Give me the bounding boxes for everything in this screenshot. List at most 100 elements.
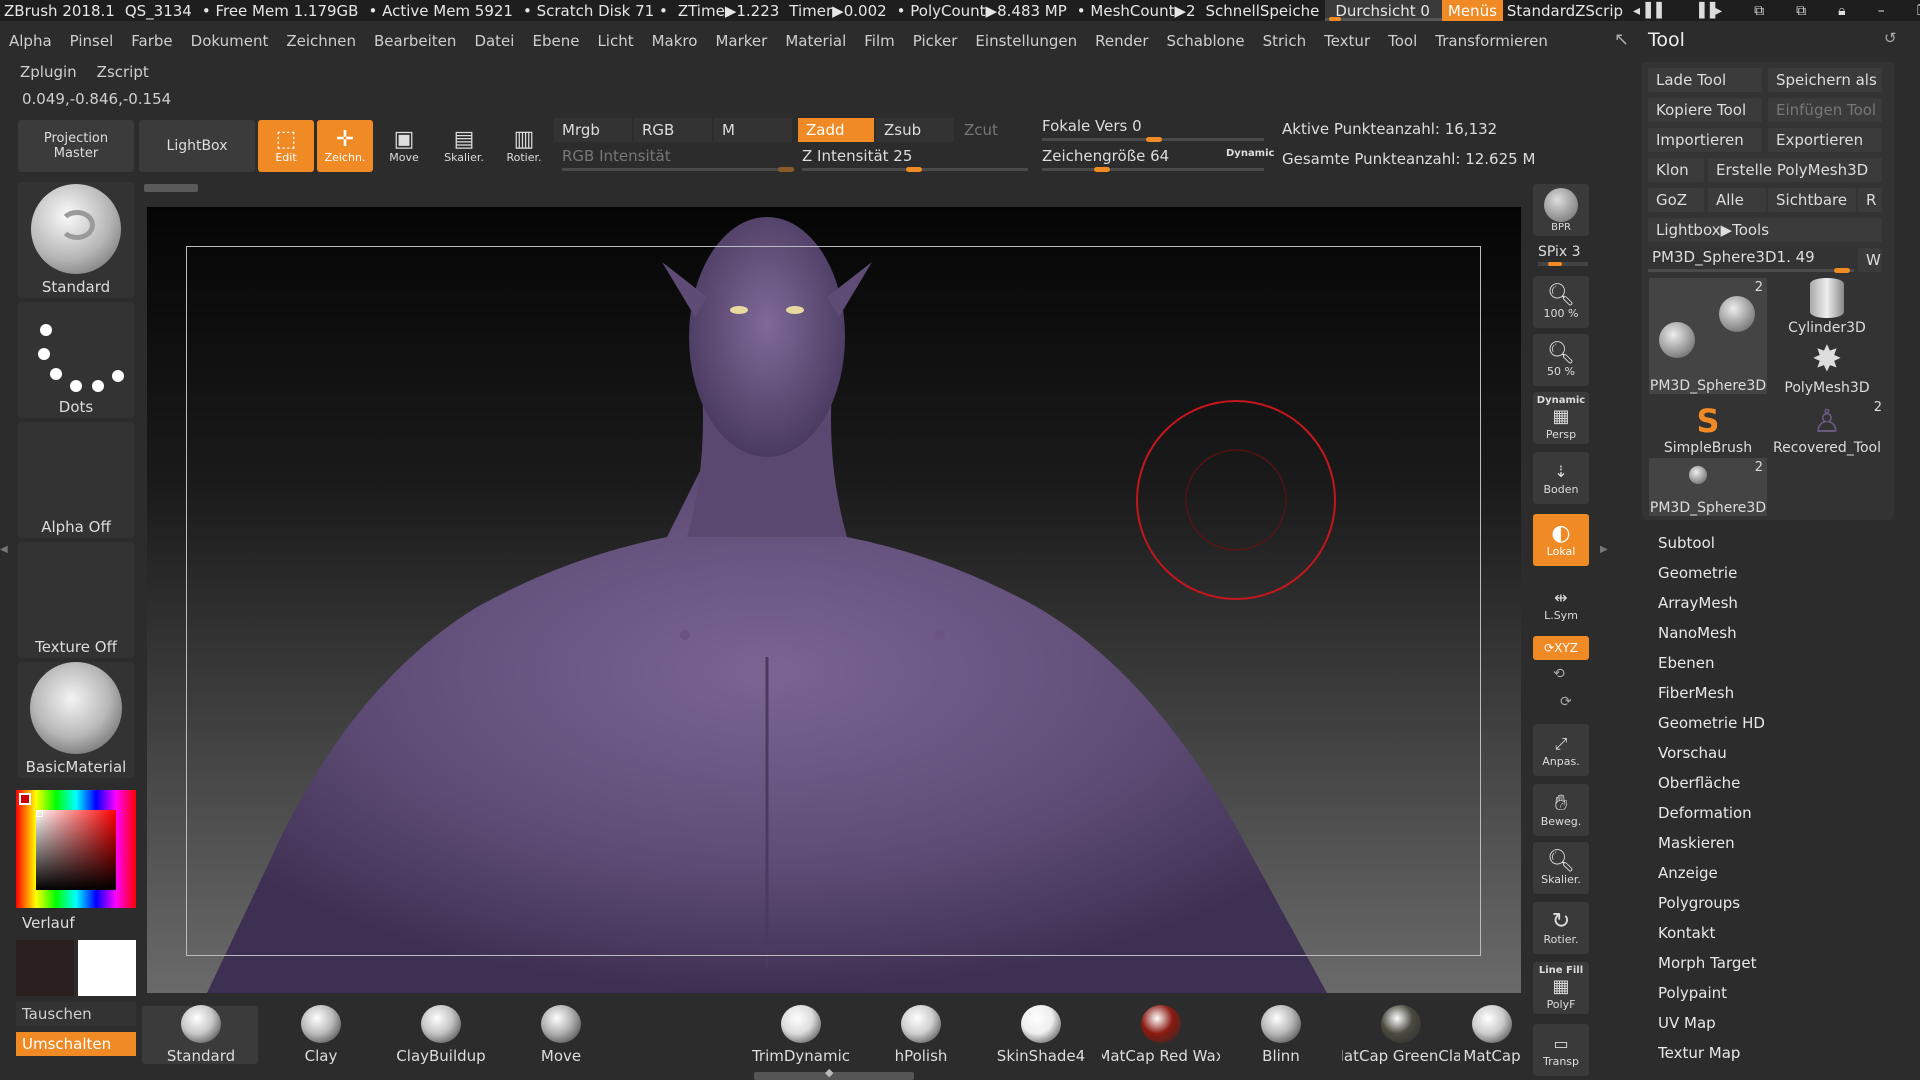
shelf-brush-blinn[interactable]: Blinn bbox=[1222, 1005, 1340, 1065]
swap-colors-button[interactable]: Tauschen bbox=[16, 1002, 136, 1026]
shelf-brush-matcap-greenclay[interactable]: MatCap GreenClay bbox=[1342, 1005, 1460, 1065]
menu-pinsel[interactable]: Pinsel bbox=[61, 32, 123, 50]
transparency-slider[interactable]: Durchsicht 0 bbox=[1325, 0, 1442, 21]
palette-left-icon[interactable]: ⧉ bbox=[1750, 3, 1770, 19]
bottom-scroll-handle[interactable] bbox=[754, 1072, 914, 1080]
subpalette-oberfläche[interactable]: Oberfläche bbox=[1658, 774, 1740, 792]
menu-farbe[interactable]: Farbe bbox=[122, 32, 181, 50]
tool-thumb-polymesh[interactable]: ✸ PolyMesh3D bbox=[1768, 338, 1886, 396]
transparency-button[interactable]: ▭ Transp bbox=[1533, 1024, 1589, 1076]
scale-view-button[interactable]: 🔍︎ Skalier. bbox=[1533, 842, 1589, 894]
rotate-view-button[interactable]: ↻ Rotier. bbox=[1533, 902, 1589, 954]
bottom-tray-toggle-icon[interactable]: ◆ bbox=[825, 1066, 833, 1079]
subpalette-uv-map[interactable]: UV Map bbox=[1658, 1014, 1716, 1032]
secondary-color-swatch[interactable] bbox=[16, 940, 74, 996]
subpalette-anzeige[interactable]: Anzeige bbox=[1658, 864, 1718, 882]
spix-slider[interactable]: SPix 3 bbox=[1538, 244, 1588, 266]
material-slot[interactable]: BasicMaterial bbox=[18, 662, 134, 778]
move-view-button[interactable]: ✋︎ Beweg. bbox=[1533, 784, 1589, 836]
color-picker[interactable] bbox=[16, 790, 136, 908]
subpalette-morph-target[interactable]: Morph Target bbox=[1658, 954, 1757, 972]
projection-master-button[interactable]: Projection Master bbox=[18, 120, 134, 172]
subpalette-polygroups[interactable]: Polygroups bbox=[1658, 894, 1740, 912]
subpalette-arraymesh[interactable]: ArrayMesh bbox=[1658, 594, 1738, 612]
quicksave-button[interactable]: SchnellSpeiche bbox=[1202, 2, 1326, 20]
goz-visible-button[interactable]: Sichtbare bbox=[1768, 188, 1856, 212]
shelf-brush-standard[interactable]: Standard bbox=[142, 1005, 260, 1065]
subpalette-textur-map[interactable]: Textur Map bbox=[1658, 1044, 1740, 1062]
goz-button[interactable]: GoZ bbox=[1648, 188, 1704, 212]
menu-zscript[interactable]: Zscript bbox=[87, 63, 159, 81]
subpalette-kontakt[interactable]: Kontakt bbox=[1658, 924, 1715, 942]
right-tray-toggle-icon[interactable]: ▶ bbox=[1600, 544, 1608, 555]
polyframe-button[interactable]: Line Fill ▦ PolyF bbox=[1533, 962, 1589, 1014]
layout-icon[interactable]: ◂▐▐ bbox=[1629, 3, 1668, 19]
tool-thumb-sphere-1[interactable]: 2 PM3D_Sphere3D bbox=[1649, 278, 1767, 394]
shelf-brush-move[interactable]: Move bbox=[502, 1005, 620, 1065]
tool-palette-reset-icon[interactable]: ↺ bbox=[1884, 29, 1897, 47]
w-button[interactable]: W bbox=[1858, 248, 1882, 272]
menus-button[interactable]: Menüs bbox=[1441, 0, 1503, 21]
layout-right-icon[interactable]: ▐▐▸ bbox=[1690, 3, 1729, 19]
shelf-brush-hpolish[interactable]: hPolish bbox=[862, 1005, 980, 1065]
paste-tool-button[interactable]: Einfügen Tool bbox=[1768, 98, 1882, 122]
subpalette-fibermesh[interactable]: FiberMesh bbox=[1658, 684, 1734, 702]
zoom-50-button[interactable]: 🔍︎ 50 % bbox=[1533, 334, 1589, 386]
rgb-intensity-slider[interactable]: RGB Intensität bbox=[562, 147, 794, 172]
mrgb-button[interactable]: Mrgb bbox=[554, 118, 632, 142]
texture-slot[interactable]: Texture Off bbox=[18, 542, 134, 658]
scale-mode-button[interactable]: ▤ Skalier. bbox=[436, 120, 492, 172]
menu-marker[interactable]: Marker bbox=[706, 32, 776, 50]
export-button[interactable]: Exportieren bbox=[1768, 128, 1882, 152]
menu-tool[interactable]: Tool bbox=[1379, 32, 1426, 50]
y-rotate-icon[interactable]: ⟲ bbox=[1553, 666, 1565, 682]
menu-picker[interactable]: Picker bbox=[904, 32, 967, 50]
import-button[interactable]: Importieren bbox=[1648, 128, 1762, 152]
hue-marker[interactable] bbox=[19, 793, 31, 805]
menu-ebene[interactable]: Ebene bbox=[523, 32, 588, 50]
load-tool-button[interactable]: Lade Tool bbox=[1648, 68, 1762, 92]
left-tray-toggle-icon[interactable]: ◀ bbox=[0, 544, 8, 555]
shelf-brush-claybuildup[interactable]: ClayBuildup bbox=[382, 1005, 500, 1065]
subpalette-geometrie[interactable]: Geometrie bbox=[1658, 564, 1737, 582]
menu-strich[interactable]: Strich bbox=[1254, 32, 1316, 50]
gradient-label[interactable]: Verlauf bbox=[22, 914, 75, 932]
shelf-brush-matcap[interactable]: MatCap bbox=[1462, 1005, 1522, 1065]
menu-schablone[interactable]: Schablone bbox=[1158, 32, 1254, 50]
color-saturation-square[interactable] bbox=[36, 810, 116, 890]
subpalette-maskieren[interactable]: Maskieren bbox=[1658, 834, 1735, 852]
shelf-brush-clay[interactable]: Clay bbox=[262, 1005, 380, 1065]
rotate-mode-button[interactable]: ▥ Rotier. bbox=[496, 120, 552, 172]
m-button[interactable]: M bbox=[714, 118, 792, 142]
subpalette-nanomesh[interactable]: NanoMesh bbox=[1658, 624, 1737, 642]
perspective-button[interactable]: Dynamic ▦ Persp bbox=[1533, 392, 1589, 444]
brush-slot[interactable]: Standard bbox=[18, 182, 134, 298]
restore-icon[interactable]: ❐ bbox=[1913, 3, 1920, 19]
current-tool-slider[interactable]: PM3D_Sphere3D1. 49 bbox=[1648, 248, 1854, 273]
subpalette-ebenen[interactable]: Ebenen bbox=[1658, 654, 1714, 672]
palette-right-icon[interactable]: ⧉ bbox=[1792, 3, 1812, 19]
subpalette-deformation[interactable]: Deformation bbox=[1658, 804, 1752, 822]
lock-icon[interactable]: 🔒︎ bbox=[1834, 3, 1851, 19]
color-marker[interactable] bbox=[36, 810, 43, 817]
bpr-render-button[interactable]: BPR bbox=[1533, 184, 1589, 236]
menu-licht[interactable]: Licht bbox=[588, 32, 642, 50]
rgb-button[interactable]: RGB bbox=[634, 118, 712, 142]
menu-dokument[interactable]: Dokument bbox=[182, 32, 278, 50]
shelf-brush-trimdynamic[interactable]: TrimDynamic bbox=[742, 1005, 860, 1065]
menu-zplugin[interactable]: Zplugin bbox=[10, 63, 87, 81]
zcut-button[interactable]: Zcut bbox=[956, 118, 1016, 142]
shelf-brush-skinshade4[interactable]: SkinShade4 bbox=[982, 1005, 1100, 1065]
lsym-button[interactable]: ⇹ L.Sym bbox=[1533, 578, 1589, 630]
focal-shift-slider[interactable]: Fokale Vers 0 bbox=[1042, 117, 1264, 142]
save-as-button[interactable]: Speichern als bbox=[1768, 68, 1882, 92]
shelf-brush-matcap-red-wax[interactable]: MatCap Red Wax bbox=[1102, 1005, 1220, 1065]
tool-palette-pin-icon[interactable]: ↖ bbox=[1614, 29, 1629, 50]
subpalette-subtool[interactable]: Subtool bbox=[1658, 534, 1715, 552]
menu-textur[interactable]: Textur bbox=[1315, 32, 1379, 50]
z-intensity-slider[interactable]: Z Intensität 25 bbox=[802, 147, 1028, 172]
subpalette-geometrie-hd[interactable]: Geometrie HD bbox=[1658, 714, 1765, 732]
menu-render[interactable]: Render bbox=[1086, 32, 1157, 50]
tool-thumb-simplebrush[interactable]: S SimpleBrush bbox=[1649, 398, 1767, 456]
stroke-slot[interactable]: Dots bbox=[18, 302, 134, 418]
